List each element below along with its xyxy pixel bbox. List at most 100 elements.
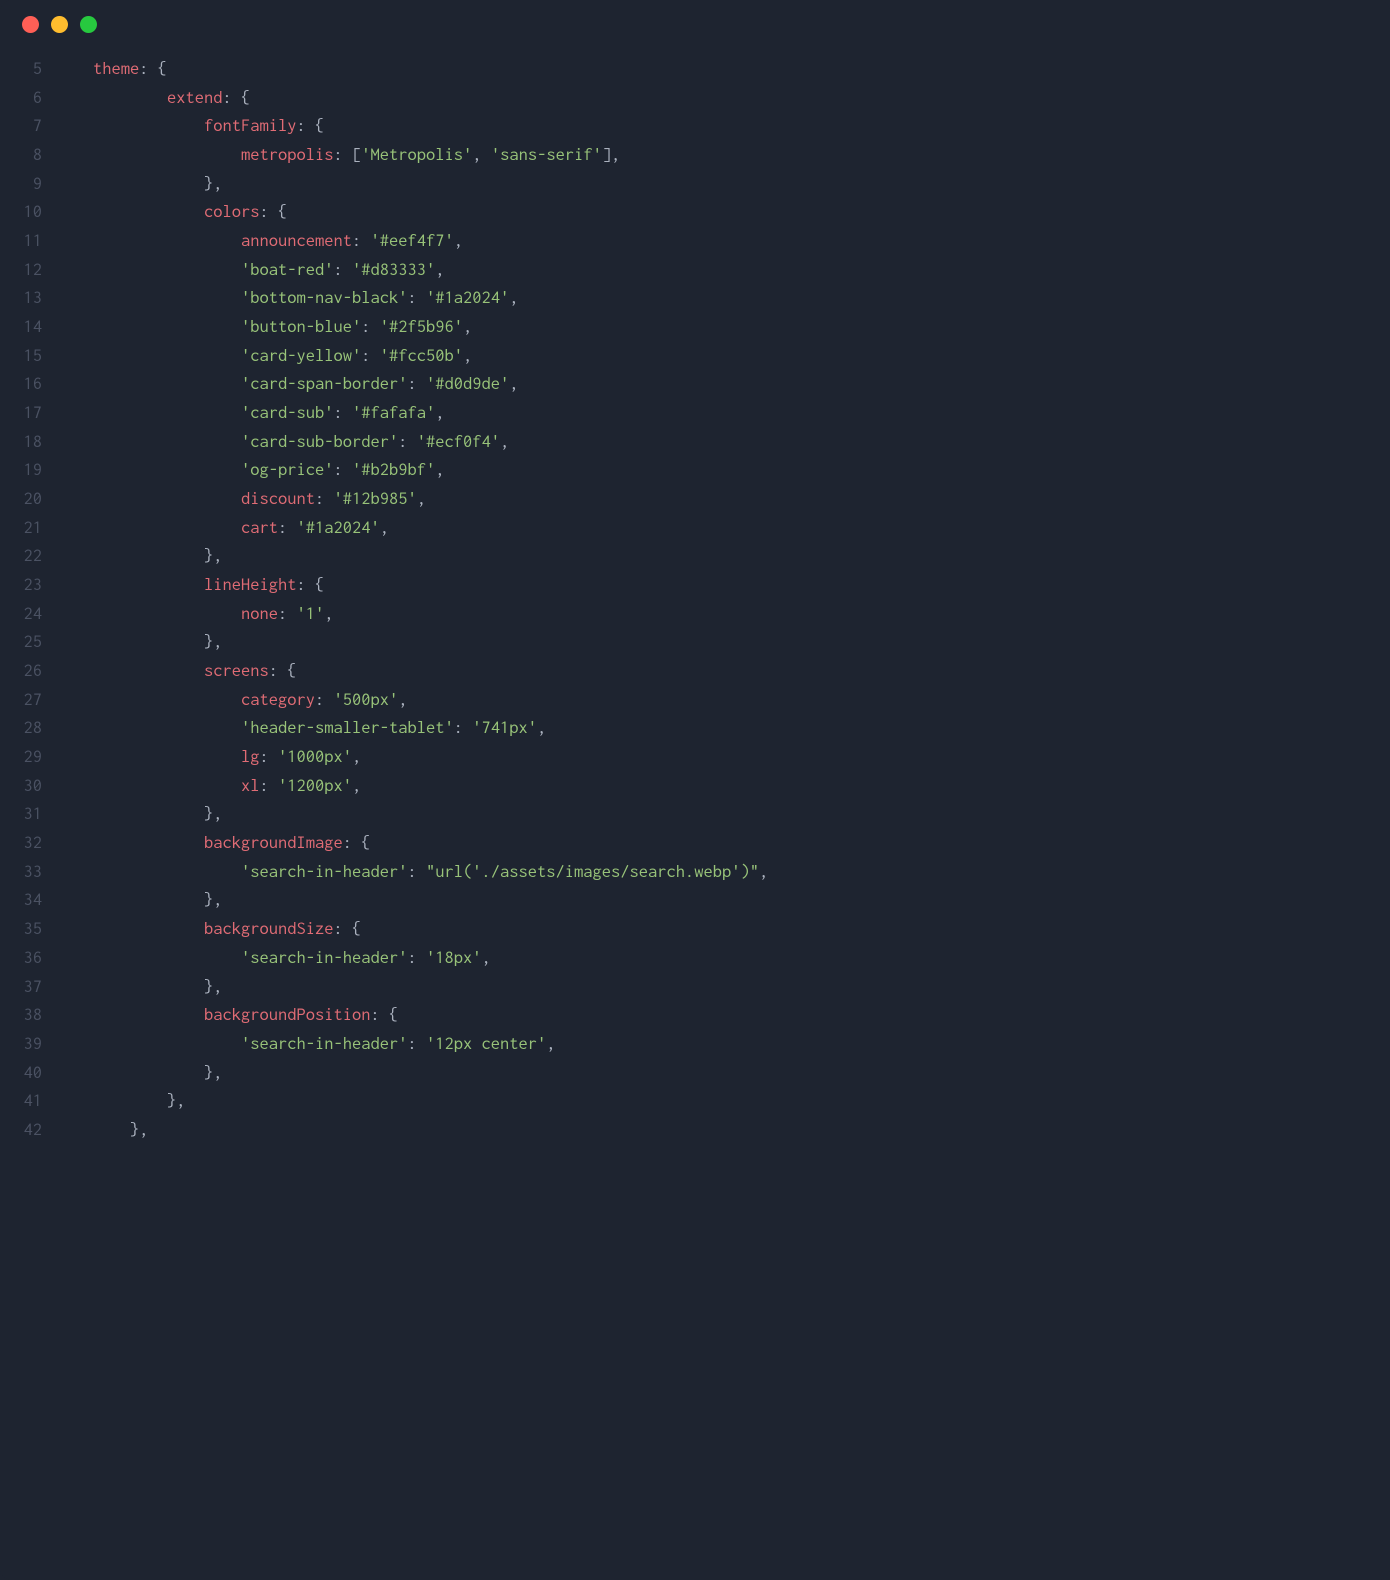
code-line[interactable]: lineHeight: {: [56, 570, 1390, 599]
line-number: 39: [0, 1029, 42, 1058]
token-str: '#1a2024': [297, 517, 380, 537]
line-number: 41: [0, 1086, 42, 1115]
code-line[interactable]: 'card-yellow': '#fcc50b',: [56, 341, 1390, 370]
code-line[interactable]: discount: '#12b985',: [56, 484, 1390, 513]
line-number: 34: [0, 885, 42, 914]
code-line[interactable]: },: [56, 627, 1390, 656]
token-str: '#ecf0f4': [417, 431, 500, 451]
token-key: backgroundSize: [204, 918, 334, 938]
code-line[interactable]: cart: '#1a2024',: [56, 513, 1390, 542]
token-punc: : {: [334, 918, 362, 938]
token-punc: : {: [297, 115, 325, 135]
token-punc: [56, 517, 241, 537]
code-line[interactable]: },: [56, 1058, 1390, 1087]
code-line[interactable]: announcement: '#eef4f7',: [56, 226, 1390, 255]
code-line[interactable]: colors: {: [56, 197, 1390, 226]
code-line[interactable]: },: [56, 1115, 1390, 1144]
token-punc: [56, 1004, 204, 1024]
code-line[interactable]: 'search-in-header': '12px center',: [56, 1029, 1390, 1058]
token-str: 'search-in-header': [241, 1033, 408, 1053]
token-punc: [56, 287, 241, 307]
code-line[interactable]: },: [56, 1086, 1390, 1115]
line-number: 6: [0, 83, 42, 112]
code-line[interactable]: },: [56, 799, 1390, 828]
code-line[interactable]: extend: {: [56, 83, 1390, 112]
token-punc: : [: [334, 144, 362, 164]
token-str: "url('./assets/images/search.webp')": [426, 861, 759, 881]
line-number: 11: [0, 226, 42, 255]
token-key: extend: [167, 87, 223, 107]
token-key: backgroundPosition: [204, 1004, 371, 1024]
token-punc: [56, 144, 241, 164]
code-line[interactable]: },: [56, 169, 1390, 198]
token-str: '#1a2024': [426, 287, 509, 307]
token-str: '#d83333': [352, 259, 435, 279]
line-number: 42: [0, 1115, 42, 1144]
code-editor[interactable]: 5678910111213141516171819202122232425262…: [0, 48, 1390, 1144]
code-line[interactable]: lg: '1000px',: [56, 742, 1390, 771]
code-line[interactable]: },: [56, 541, 1390, 570]
token-punc: ,: [463, 345, 472, 365]
line-number: 37: [0, 972, 42, 1001]
token-key: discount: [241, 488, 315, 508]
code-line[interactable]: backgroundPosition: {: [56, 1000, 1390, 1029]
token-punc: ,: [500, 431, 509, 451]
token-punc: ,: [546, 1033, 555, 1053]
code-line[interactable]: 'card-span-border': '#d0d9de',: [56, 369, 1390, 398]
code-line[interactable]: screens: {: [56, 656, 1390, 685]
token-str: '#eef4f7': [371, 230, 454, 250]
code-line[interactable]: backgroundImage: {: [56, 828, 1390, 857]
code-line[interactable]: 'button-blue': '#2f5b96',: [56, 312, 1390, 341]
token-punc: [56, 918, 204, 938]
token-punc: },: [56, 803, 223, 823]
token-str: 'card-sub-border': [241, 431, 398, 451]
code-line[interactable]: 'bottom-nav-black': '#1a2024',: [56, 283, 1390, 312]
line-number: 18: [0, 427, 42, 456]
code-line[interactable]: theme: {: [56, 54, 1390, 83]
code-line[interactable]: 'header-smaller-tablet': '741px',: [56, 713, 1390, 742]
token-str: 'boat-red': [241, 259, 334, 279]
token-punc: : {: [343, 832, 371, 852]
token-key: lg: [241, 746, 260, 766]
token-punc: :: [454, 717, 473, 737]
token-punc: :: [260, 746, 279, 766]
minimize-icon[interactable]: [51, 16, 68, 33]
code-line[interactable]: 'search-in-header': '18px',: [56, 943, 1390, 972]
token-punc: ,: [352, 775, 361, 795]
token-punc: ,: [324, 603, 333, 623]
code-line[interactable]: 'boat-red': '#d83333',: [56, 255, 1390, 284]
code-line[interactable]: fontFamily: {: [56, 111, 1390, 140]
code-line[interactable]: 'card-sub-border': '#ecf0f4',: [56, 427, 1390, 456]
code-line[interactable]: metropolis: ['Metropolis', 'sans-serif']…: [56, 140, 1390, 169]
token-punc: [56, 87, 167, 107]
code-line[interactable]: backgroundSize: {: [56, 914, 1390, 943]
code-line[interactable]: },: [56, 885, 1390, 914]
token-punc: :: [408, 287, 427, 307]
token-key: lineHeight: [204, 574, 297, 594]
line-number: 16: [0, 369, 42, 398]
token-punc: [56, 259, 241, 279]
code-line[interactable]: xl: '1200px',: [56, 771, 1390, 800]
token-str: 'og-price': [241, 459, 334, 479]
token-punc: ],: [602, 144, 621, 164]
token-str: 'Metropolis': [361, 144, 472, 164]
token-punc: :: [408, 861, 427, 881]
code-line[interactable]: category: '500px',: [56, 685, 1390, 714]
code-line[interactable]: 'og-price': '#b2b9bf',: [56, 455, 1390, 484]
maximize-icon[interactable]: [80, 16, 97, 33]
line-number: 33: [0, 857, 42, 886]
line-number: 35: [0, 914, 42, 943]
token-punc: :: [361, 316, 380, 336]
line-number: 10: [0, 197, 42, 226]
token-punc: },: [56, 173, 223, 193]
code-content[interactable]: theme: { extend: { fontFamily: { metropo…: [56, 54, 1390, 1144]
token-key: screens: [204, 660, 269, 680]
token-str: '741px': [472, 717, 537, 737]
token-punc: },: [56, 545, 223, 565]
token-punc: [56, 832, 204, 852]
close-icon[interactable]: [22, 16, 39, 33]
code-line[interactable]: 'search-in-header': "url('./assets/image…: [56, 857, 1390, 886]
code-line[interactable]: none: '1',: [56, 599, 1390, 628]
code-line[interactable]: },: [56, 972, 1390, 1001]
code-line[interactable]: 'card-sub': '#fafafa',: [56, 398, 1390, 427]
